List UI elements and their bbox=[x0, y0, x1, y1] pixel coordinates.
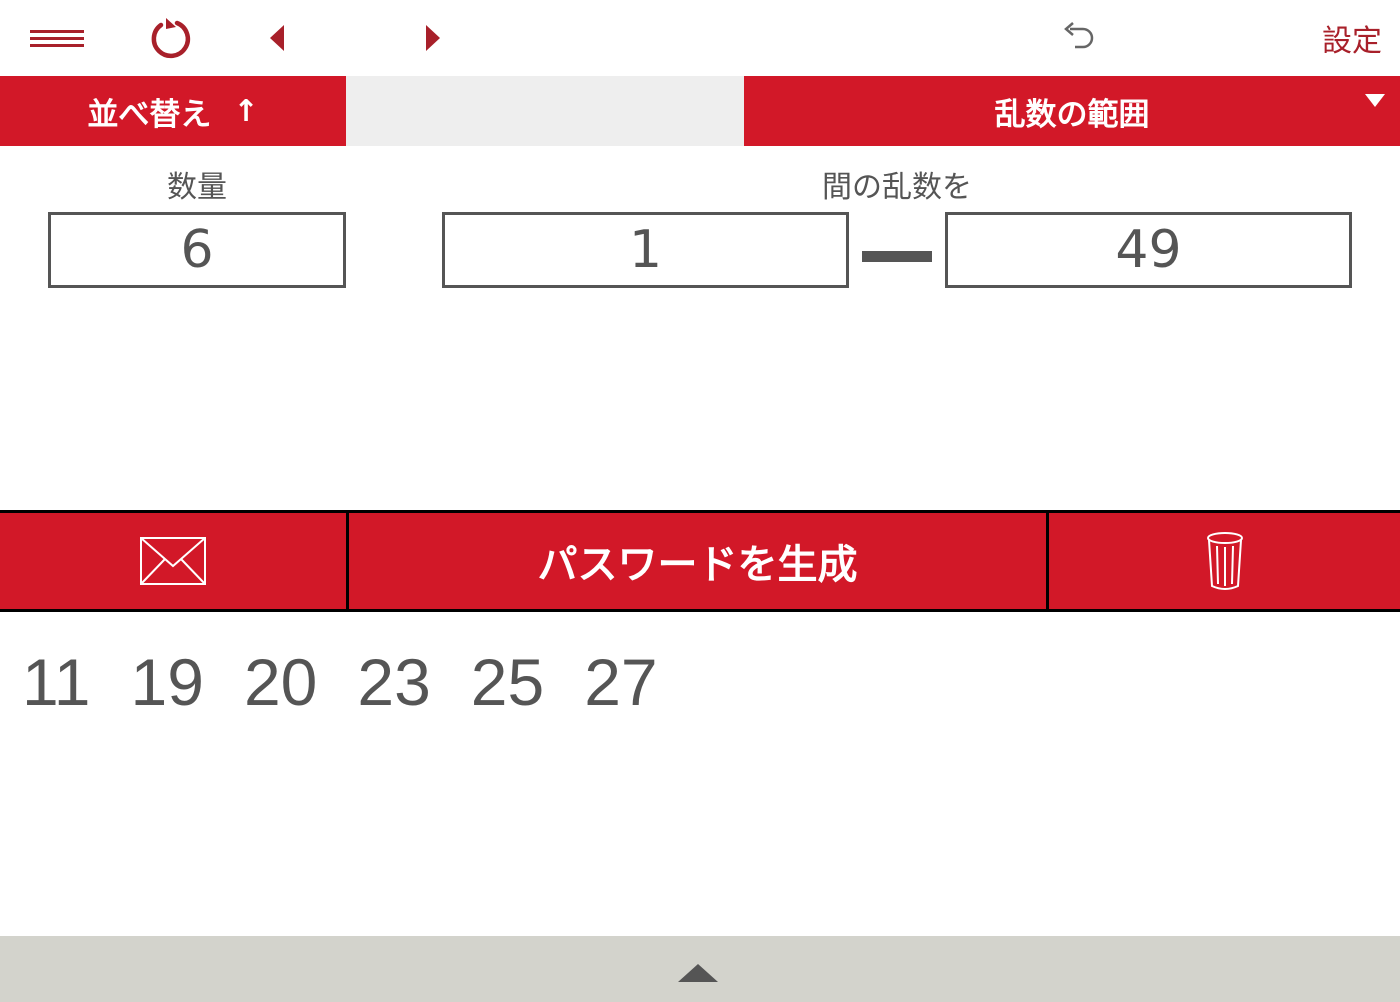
triangle-up-icon bbox=[678, 964, 718, 982]
range-tab-label: 乱数の範囲 bbox=[994, 96, 1150, 133]
result-number: 23 bbox=[357, 645, 431, 719]
app-window: 設定 並べ替え ↑ 乱数の範囲 数量 間の乱数を 6 1 49 パスワードを生成 bbox=[0, 0, 1400, 1002]
result-number: 20 bbox=[243, 645, 318, 719]
sort-tab-label: 並べ替え bbox=[87, 96, 212, 133]
result-number: 11 bbox=[22, 645, 91, 719]
action-bar: パスワードを生成 bbox=[0, 510, 1400, 612]
sort-tab[interactable]: 並べ替え ↑ bbox=[0, 76, 346, 146]
quantity-input[interactable]: 6 bbox=[48, 212, 346, 288]
undo-button[interactable] bbox=[1048, 0, 1108, 76]
result-number: 19 bbox=[130, 645, 204, 719]
refresh-button[interactable] bbox=[136, 0, 206, 76]
quantity-label: 数量 bbox=[167, 170, 227, 205]
triangle-left-icon bbox=[270, 25, 284, 51]
previous-button[interactable] bbox=[250, 0, 304, 76]
expand-button[interactable] bbox=[668, 962, 728, 1002]
envelope-icon bbox=[140, 537, 206, 585]
generate-button[interactable]: パスワードを生成 bbox=[349, 513, 1046, 609]
undo-icon bbox=[1064, 22, 1094, 49]
tab-spacer bbox=[346, 76, 744, 146]
clear-button[interactable] bbox=[1049, 513, 1400, 609]
result-number: 25 bbox=[470, 645, 545, 719]
bottom-bar bbox=[0, 936, 1400, 1002]
results-list: 11 19 20 23 25 27 bbox=[22, 640, 698, 724]
range-max-input[interactable]: 49 bbox=[945, 212, 1352, 288]
triangle-down-icon bbox=[1365, 94, 1385, 107]
menu-button[interactable] bbox=[18, 0, 96, 76]
refresh-icon bbox=[151, 18, 191, 59]
toolbar: 設定 bbox=[0, 0, 1400, 76]
range-label: 間の乱数を bbox=[822, 170, 972, 205]
mail-button[interactable] bbox=[0, 513, 346, 609]
next-button[interactable] bbox=[406, 0, 460, 76]
trash-icon bbox=[1206, 532, 1243, 590]
triangle-right-icon bbox=[426, 25, 440, 51]
hamburger-icon bbox=[30, 26, 84, 51]
range-min-input[interactable]: 1 bbox=[442, 212, 849, 288]
result-number: 27 bbox=[584, 645, 658, 719]
range-tab[interactable]: 乱数の範囲 bbox=[744, 76, 1400, 146]
range-separator bbox=[862, 251, 932, 262]
settings-button[interactable]: 設定 bbox=[1296, 0, 1396, 76]
sort-arrow-icon: ↑ bbox=[233, 93, 259, 129]
tab-bar: 並べ替え ↑ 乱数の範囲 bbox=[0, 76, 1400, 146]
